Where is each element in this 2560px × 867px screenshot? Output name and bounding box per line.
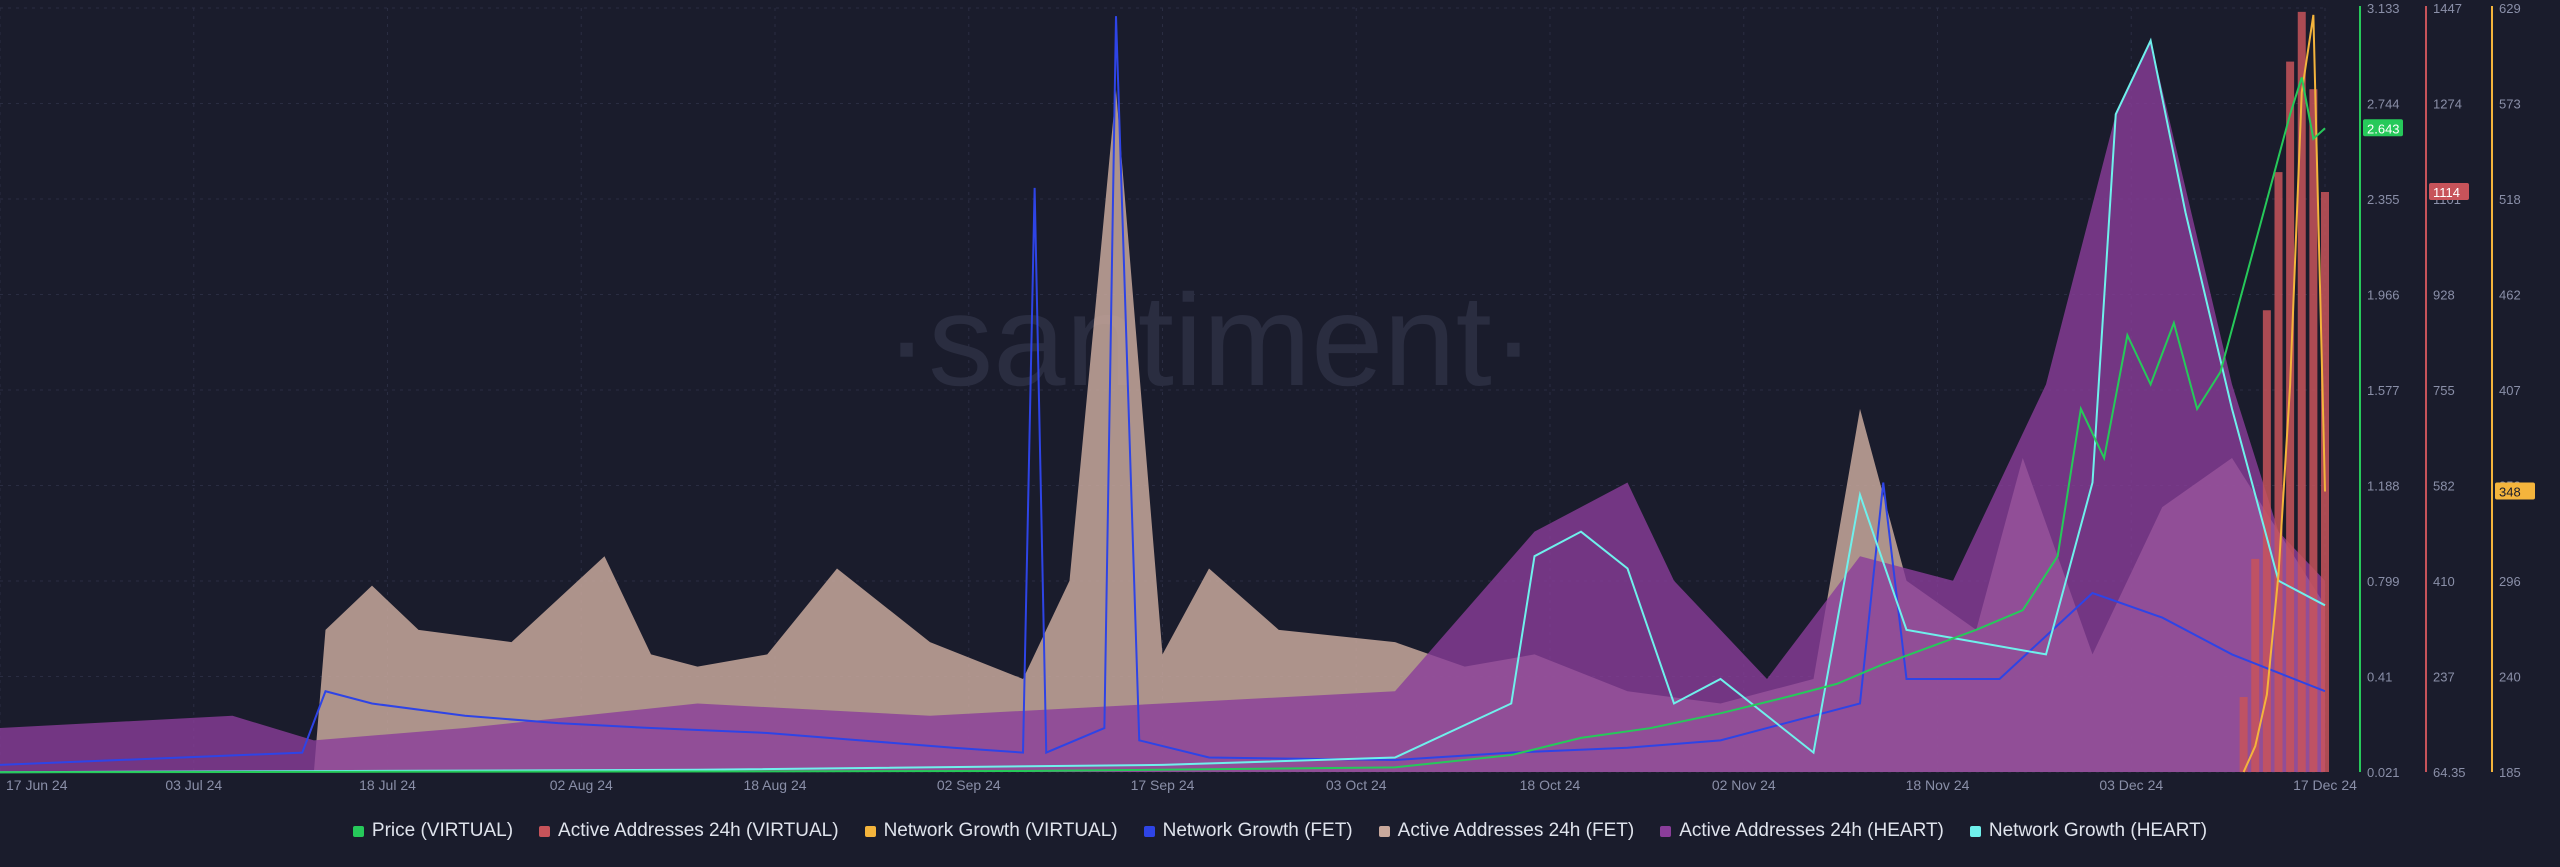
bar <box>2297 11 2306 773</box>
legend-label: Active Addresses 24h (FET) <box>1397 820 1635 841</box>
x-tick-label: 18 Oct 24 <box>1520 777 1581 793</box>
tick-label: 64.35 <box>2433 765 2466 780</box>
tick-label: 573 <box>2499 97 2521 112</box>
legend-swatch <box>352 825 364 837</box>
legend-swatch <box>1969 825 1981 837</box>
tick-label: 0.021 <box>2367 765 2400 780</box>
tick-label: 410 <box>2433 574 2455 589</box>
x-tick-label: 03 Dec 24 <box>2099 777 2163 793</box>
tick-label: 237 <box>2433 670 2455 685</box>
tick-label: 0.799 <box>2367 574 2400 589</box>
watermark: ·santiment· <box>885 267 1535 413</box>
legend-label: Active Addresses 24h (VIRTUAL) <box>558 820 839 841</box>
bar <box>2239 697 2248 772</box>
tick-label: 296 <box>2499 574 2521 589</box>
tick-label: 1.188 <box>2367 479 2400 494</box>
tick-label: 1.577 <box>2367 383 2400 398</box>
legend-item-aa_virtual[interactable]: Active Addresses 24h (VIRTUAL) <box>539 820 839 842</box>
tick-label: 240 <box>2499 670 2521 685</box>
legend-swatch <box>1660 825 1672 837</box>
x-tick-label: 03 Jul 24 <box>165 777 222 793</box>
legend-label: Network Growth (VIRTUAL) <box>883 820 1118 841</box>
tick-label: 2.355 <box>2367 192 2400 207</box>
current-value-label: 2.643 <box>2367 121 2400 136</box>
legend-item-aa_heart[interactable]: Active Addresses 24h (HEART) <box>1660 820 1944 842</box>
legend-label: Network Growth (HEART) <box>1988 820 2208 841</box>
tick-label: 462 <box>2499 288 2521 303</box>
x-tick-label: 18 Jul 24 <box>359 777 416 793</box>
legend-item-price_virtual[interactable]: Price (VIRTUAL) <box>352 820 514 842</box>
current-value-label: 348 <box>2499 485 2521 500</box>
x-tick-label: 18 Aug 24 <box>743 777 806 793</box>
x-tick-label: 02 Sep 24 <box>937 777 1001 793</box>
legend-swatch <box>864 825 876 837</box>
tick-label: 928 <box>2433 288 2455 303</box>
tick-label: 1.966 <box>2367 288 2400 303</box>
current-value-label: 1114 <box>2433 185 2460 200</box>
legend-swatch <box>539 825 551 837</box>
legend-swatch <box>1378 825 1390 837</box>
tick-label: 629 <box>2499 1 2521 16</box>
legend-label: Active Addresses 24h (HEART) <box>1679 820 1944 841</box>
legend-item-ng_virtual[interactable]: Network Growth (VIRTUAL) <box>864 820 1118 842</box>
legend-item-aa_fet[interactable]: Active Addresses 24h (FET) <box>1378 820 1635 842</box>
tick-label: 582 <box>2433 479 2455 494</box>
tick-label: 3.133 <box>2367 1 2400 16</box>
tick-label: 1447 <box>2433 1 2462 16</box>
legend-swatch <box>1143 825 1155 837</box>
x-tick-label: 02 Nov 24 <box>1712 777 1776 793</box>
x-tick-label: 17 Sep 24 <box>1131 777 1195 793</box>
x-tick-label: 17 Dec 24 <box>2293 777 2357 793</box>
tick-label: 755 <box>2433 383 2455 398</box>
bar <box>2274 172 2283 772</box>
bar <box>2309 89 2318 773</box>
legend-label: Network Growth (FET) <box>1162 820 1353 841</box>
tick-label: 1274 <box>2433 97 2462 112</box>
legend-item-ng_fet[interactable]: Network Growth (FET) <box>1143 820 1353 842</box>
tick-label: 518 <box>2499 192 2521 207</box>
legend-label: Price (VIRTUAL) <box>371 820 514 841</box>
tick-label: 185 <box>2499 765 2521 780</box>
x-tick-label: 03 Oct 24 <box>1326 777 1387 793</box>
tick-label: 0.41 <box>2367 670 2392 685</box>
x-tick-label: 02 Aug 24 <box>550 777 613 793</box>
x-tick-label: 17 Jun 24 <box>6 777 68 793</box>
tick-label: 407 <box>2499 383 2521 398</box>
legend: Price (VIRTUAL) Active Addresses 24h (VIR… <box>0 820 2560 842</box>
chart: ·santiment· 3.133 2.744 2.355 1.966 1.577 1.1… <box>0 1 2535 793</box>
tick-label: 2.744 <box>2367 97 2400 112</box>
legend-item-ng_heart[interactable]: Network Growth (HEART) <box>1969 820 2208 842</box>
x-tick-label: 18 Nov 24 <box>1906 777 1970 793</box>
